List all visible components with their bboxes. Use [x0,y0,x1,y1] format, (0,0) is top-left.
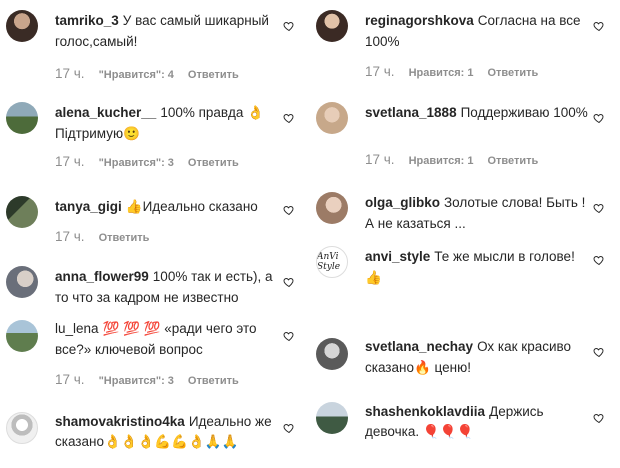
likes-count[interactable]: "Нравится": 3 [99,375,174,387]
username[interactable]: svetlana_nechay [365,339,473,354]
heart-outline-icon[interactable] [593,202,605,214]
comment-time: 17 ч. [365,64,395,79]
reply-button[interactable]: Ответить [99,232,150,244]
heart-outline-icon[interactable] [283,422,295,434]
avatar[interactable] [6,412,38,444]
comments-column-right: reginagorshkova Согласна на все 100% 17 ч… [310,0,620,468]
heart-outline-icon[interactable] [283,330,295,342]
likes-count[interactable]: "Нравится": 4 [99,69,174,81]
avatar[interactable] [316,192,348,224]
likes-count[interactable]: Нравится: 1 [409,155,474,167]
username[interactable]: shamovakristino4ka [55,414,185,429]
username[interactable]: tanya_gigi [55,199,122,214]
comment-text: 👍Идеально сказано [125,199,258,214]
comment-time: 17 ч. [55,66,85,81]
username[interactable]: anna_flower99 [55,269,149,284]
heart-outline-icon[interactable] [593,20,605,32]
username[interactable]: shashenkoklavdiia [365,404,485,419]
username[interactable]: lu_lena [55,321,99,336]
avatar[interactable] [316,338,348,370]
comment-text: Поддерживаю 100% [460,105,588,120]
likes-count[interactable]: Нравится: 1 [409,67,474,79]
username[interactable]: tamriko_3 [55,13,119,28]
avatar[interactable] [6,266,38,298]
username[interactable]: olga_glibko [365,195,440,210]
heart-outline-icon[interactable] [593,254,605,266]
avatar[interactable] [6,196,38,228]
reply-button[interactable]: Ответить [188,375,239,387]
avatar[interactable]: AnVi Style [316,246,348,278]
heart-outline-icon[interactable] [283,20,295,32]
reply-button[interactable]: Ответить [487,155,538,167]
heart-outline-icon[interactable] [593,112,605,124]
username[interactable]: alena_kucher__ [55,105,156,120]
heart-outline-icon[interactable] [593,412,605,424]
comments-column-left: tamriko_3 У вас самый шикарный голос,самы… [0,0,310,468]
comment-time: 17 ч. [365,152,395,167]
reply-button[interactable]: Ответить [487,67,538,79]
avatar[interactable] [316,402,348,434]
avatar[interactable] [6,10,38,42]
comment-time: 17 ч. [55,372,85,387]
heart-outline-icon[interactable] [283,112,295,124]
reply-button[interactable]: Ответить [188,69,239,81]
heart-outline-icon[interactable] [593,346,605,358]
avatar[interactable] [316,10,348,42]
username[interactable]: anvi_style [365,249,430,264]
comment-time: 17 ч. [55,154,85,169]
avatar[interactable] [6,102,38,134]
brand-logo: AnVi Style [317,252,341,272]
heart-outline-icon[interactable] [283,204,295,216]
avatar[interactable] [6,320,38,352]
reply-button[interactable]: Ответить [188,157,239,169]
username[interactable]: reginagorshkova [365,13,474,28]
likes-count[interactable]: "Нравится": 3 [99,157,174,169]
comment-time: 17 ч. [55,229,85,244]
username[interactable]: svetlana_1888 [365,105,457,120]
avatar[interactable] [316,102,348,134]
heart-outline-icon[interactable] [283,276,295,288]
